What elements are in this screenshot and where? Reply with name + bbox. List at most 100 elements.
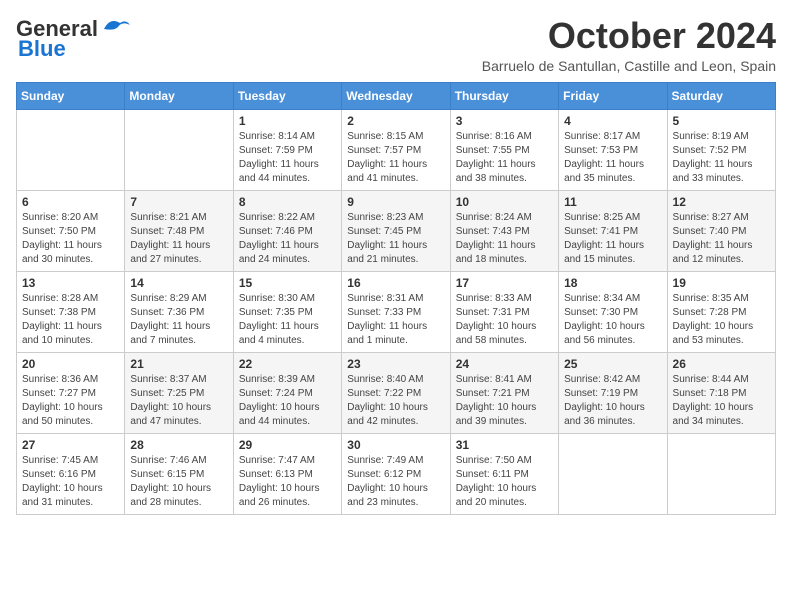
calendar-cell: 19 Sunrise: 8:35 AM Sunset: 7:28 PM Dayli… (667, 271, 775, 352)
day-info: Sunrise: 7:46 AM Sunset: 6:15 PM Dayligh… (130, 454, 227, 510)
day-info: Sunrise: 8:30 AM Sunset: 7:35 PM Dayligh… (239, 292, 336, 348)
weekday-header-sunday: Sunday (17, 82, 125, 109)
day-info: Sunrise: 8:16 AM Sunset: 7:55 PM Dayligh… (456, 130, 553, 186)
calendar-cell: 16Sunrise: 8:31 AM Sunset: 7:33 PM Dayli… (342, 271, 450, 352)
day-number: 10 (456, 195, 553, 209)
calendar-cell (667, 433, 775, 514)
day-info: Sunrise: 8:14 AM Sunset: 7:59 PM Dayligh… (239, 130, 336, 186)
day-number: 19 (673, 276, 770, 290)
day-number: 25 (564, 357, 661, 371)
day-info: Sunrise: 8:24 AM Sunset: 7:43 PM Dayligh… (456, 211, 553, 267)
day-number: 30 (347, 438, 444, 452)
weekday-header-saturday: Saturday (667, 82, 775, 109)
calendar-cell: 20 Sunrise: 8:36 AM Sunset: 7:27 PM Dayli… (17, 352, 125, 433)
day-info: Sunrise: 7:50 AM Sunset: 6:11 PM Dayligh… (456, 454, 553, 510)
calendar-cell: 7 Sunrise: 8:21 AM Sunset: 7:48 PM Daylig… (125, 190, 233, 271)
calendar-cell: 1 Sunrise: 8:14 AM Sunset: 7:59 PM Daylig… (233, 109, 341, 190)
calendar-cell: 8Sunrise: 8:22 AM Sunset: 7:46 PM Daylig… (233, 190, 341, 271)
calendar-cell: 25 Sunrise: 8:42 AM Sunset: 7:19 PM Dayli… (559, 352, 667, 433)
day-number: 31 (456, 438, 553, 452)
day-number: 28 (130, 438, 227, 452)
calendar-cell: 12 Sunrise: 8:27 AM Sunset: 7:40 PM Dayli… (667, 190, 775, 271)
day-number: 1 (239, 114, 336, 128)
day-info: Sunrise: 8:27 AM Sunset: 7:40 PM Dayligh… (673, 211, 770, 267)
calendar-cell: 26Sunrise: 8:44 AM Sunset: 7:18 PM Dayli… (667, 352, 775, 433)
day-number: 29 (239, 438, 336, 452)
weekday-header-thursday: Thursday (450, 82, 558, 109)
calendar-cell: 24Sunrise: 8:41 AM Sunset: 7:21 PM Dayli… (450, 352, 558, 433)
calendar-cell: 3 Sunrise: 8:16 AM Sunset: 7:55 PM Daylig… (450, 109, 558, 190)
calendar-week-row: 13 Sunrise: 8:28 AM Sunset: 7:38 PM Dayli… (17, 271, 776, 352)
day-info: Sunrise: 8:19 AM Sunset: 7:52 PM Dayligh… (673, 130, 770, 186)
calendar-week-row: 6Sunrise: 8:20 AM Sunset: 7:50 PM Daylig… (17, 190, 776, 271)
day-info: Sunrise: 8:35 AM Sunset: 7:28 PM Dayligh… (673, 292, 770, 348)
calendar-cell: 29 Sunrise: 7:47 AM Sunset: 6:13 PM Dayli… (233, 433, 341, 514)
calendar-cell: 31 Sunrise: 7:50 AM Sunset: 6:11 PM Dayli… (450, 433, 558, 514)
day-number: 27 (22, 438, 119, 452)
day-info: Sunrise: 8:37 AM Sunset: 7:25 PM Dayligh… (130, 373, 227, 429)
weekday-header-tuesday: Tuesday (233, 82, 341, 109)
title-block: October 2024 Barruelo de Santullan, Cast… (482, 16, 776, 74)
calendar-cell: 13 Sunrise: 8:28 AM Sunset: 7:38 PM Dayli… (17, 271, 125, 352)
header: General Blue October 2024 Barruelo de Sa… (16, 16, 776, 74)
day-info: Sunrise: 8:28 AM Sunset: 7:38 PM Dayligh… (22, 292, 119, 348)
day-info: Sunrise: 7:49 AM Sunset: 6:12 PM Dayligh… (347, 454, 444, 510)
location-subtitle: Barruelo de Santullan, Castille and Leon… (482, 58, 776, 74)
day-number: 4 (564, 114, 661, 128)
calendar-cell: 18Sunrise: 8:34 AM Sunset: 7:30 PM Dayli… (559, 271, 667, 352)
day-number: 8 (239, 195, 336, 209)
day-info: Sunrise: 8:40 AM Sunset: 7:22 PM Dayligh… (347, 373, 444, 429)
calendar-cell: 14 Sunrise: 8:29 AM Sunset: 7:36 PM Dayli… (125, 271, 233, 352)
calendar-cell (559, 433, 667, 514)
calendar-week-row: 27 Sunrise: 7:45 AM Sunset: 6:16 PM Dayli… (17, 433, 776, 514)
calendar-cell: 21 Sunrise: 8:37 AM Sunset: 7:25 PM Dayli… (125, 352, 233, 433)
calendar-cell: 23Sunrise: 8:40 AM Sunset: 7:22 PM Dayli… (342, 352, 450, 433)
day-number: 7 (130, 195, 227, 209)
calendar-cell: 5 Sunrise: 8:19 AM Sunset: 7:52 PM Daylig… (667, 109, 775, 190)
calendar-cell: 10 Sunrise: 8:24 AM Sunset: 7:43 PM Dayli… (450, 190, 558, 271)
day-number: 3 (456, 114, 553, 128)
weekday-header-wednesday: Wednesday (342, 82, 450, 109)
logo: General Blue (16, 16, 132, 62)
day-number: 6 (22, 195, 119, 209)
weekday-header-row: SundayMondayTuesdayWednesdayThursdayFrid… (17, 82, 776, 109)
day-info: Sunrise: 8:25 AM Sunset: 7:41 PM Dayligh… (564, 211, 661, 267)
day-info: Sunrise: 8:17 AM Sunset: 7:53 PM Dayligh… (564, 130, 661, 186)
day-info: Sunrise: 8:29 AM Sunset: 7:36 PM Dayligh… (130, 292, 227, 348)
calendar-cell: 2 Sunrise: 8:15 AM Sunset: 7:57 PM Daylig… (342, 109, 450, 190)
day-info: Sunrise: 8:23 AM Sunset: 7:45 PM Dayligh… (347, 211, 444, 267)
day-number: 14 (130, 276, 227, 290)
day-number: 12 (673, 195, 770, 209)
day-info: Sunrise: 8:36 AM Sunset: 7:27 PM Dayligh… (22, 373, 119, 429)
day-number: 22 (239, 357, 336, 371)
day-number: 17 (456, 276, 553, 290)
day-info: Sunrise: 7:45 AM Sunset: 6:16 PM Dayligh… (22, 454, 119, 510)
calendar-cell (17, 109, 125, 190)
day-info: Sunrise: 7:47 AM Sunset: 6:13 PM Dayligh… (239, 454, 336, 510)
day-number: 20 (22, 357, 119, 371)
day-number: 15 (239, 276, 336, 290)
day-info: Sunrise: 8:34 AM Sunset: 7:30 PM Dayligh… (564, 292, 661, 348)
day-number: 9 (347, 195, 444, 209)
day-info: Sunrise: 8:44 AM Sunset: 7:18 PM Dayligh… (673, 373, 770, 429)
calendar-cell: 11Sunrise: 8:25 AM Sunset: 7:41 PM Dayli… (559, 190, 667, 271)
calendar-cell: 9 Sunrise: 8:23 AM Sunset: 7:45 PM Daylig… (342, 190, 450, 271)
day-info: Sunrise: 8:21 AM Sunset: 7:48 PM Dayligh… (130, 211, 227, 267)
month-title: October 2024 (482, 16, 776, 56)
day-info: Sunrise: 8:39 AM Sunset: 7:24 PM Dayligh… (239, 373, 336, 429)
day-info: Sunrise: 8:41 AM Sunset: 7:21 PM Dayligh… (456, 373, 553, 429)
calendar-cell: 28 Sunrise: 7:46 AM Sunset: 6:15 PM Dayli… (125, 433, 233, 514)
day-number: 21 (130, 357, 227, 371)
calendar-week-row: 1 Sunrise: 8:14 AM Sunset: 7:59 PM Daylig… (17, 109, 776, 190)
day-number: 13 (22, 276, 119, 290)
day-number: 5 (673, 114, 770, 128)
day-number: 2 (347, 114, 444, 128)
day-info: Sunrise: 8:33 AM Sunset: 7:31 PM Dayligh… (456, 292, 553, 348)
calendar-cell: 17 Sunrise: 8:33 AM Sunset: 7:31 PM Dayli… (450, 271, 558, 352)
logo-blue: Blue (18, 36, 66, 62)
logo-bird-icon (100, 15, 132, 35)
day-info: Sunrise: 8:42 AM Sunset: 7:19 PM Dayligh… (564, 373, 661, 429)
day-info: Sunrise: 8:15 AM Sunset: 7:57 PM Dayligh… (347, 130, 444, 186)
calendar-week-row: 20 Sunrise: 8:36 AM Sunset: 7:27 PM Dayli… (17, 352, 776, 433)
calendar-table: SundayMondayTuesdayWednesdayThursdayFrid… (16, 82, 776, 515)
